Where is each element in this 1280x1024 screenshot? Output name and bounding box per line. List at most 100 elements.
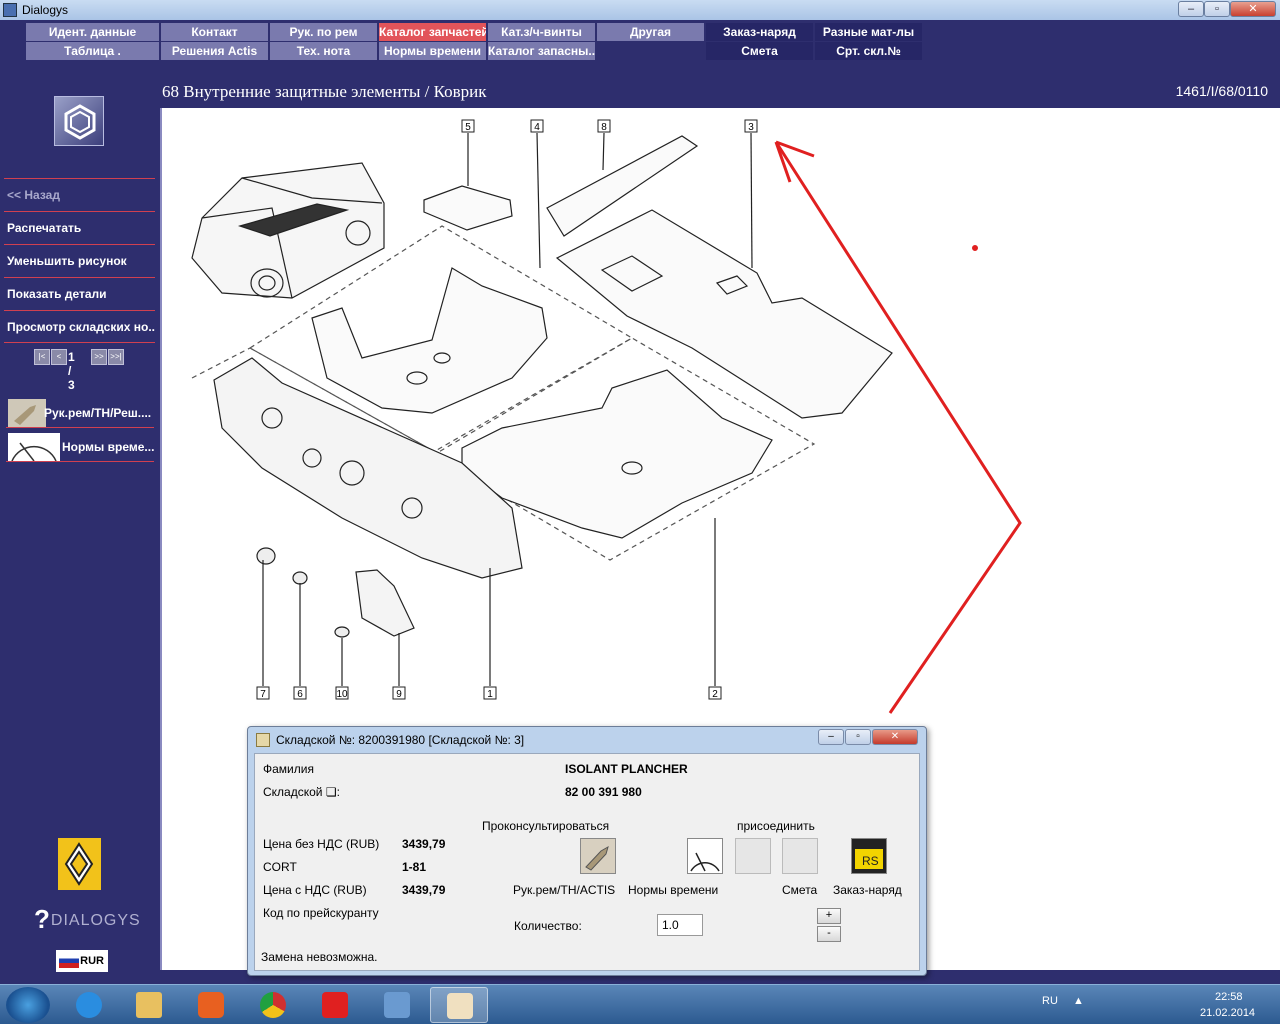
sidebar-link-label: Нормы време...	[62, 440, 155, 454]
shrink-image-button[interactable]: Уменьшить рисунок	[4, 244, 155, 276]
menu-tech-note[interactable]: Тех. нота	[270, 42, 377, 60]
price-gross-value: 3439,79	[402, 883, 446, 897]
callout-4[interactable]: 4	[530, 119, 544, 133]
view-stock-numbers-button[interactable]: Просмотр складских но...	[4, 310, 155, 343]
minimize-button[interactable]: –	[1178, 1, 1204, 17]
svg-text:RS: RS	[862, 854, 879, 868]
close-button[interactable]: ✕	[1230, 1, 1276, 17]
part-number-label: Складской ❏:	[263, 785, 340, 799]
callout-label: 6	[297, 689, 303, 700]
taskbar-ie[interactable]	[60, 987, 118, 1023]
sidebar-link-time-norms[interactable]: Нормы време...	[6, 432, 154, 462]
replacement-status: Замена невозможна.	[261, 950, 378, 964]
start-button[interactable]	[6, 987, 50, 1023]
sidebar: << Назад Распечатать Уменьшить рисунок П…	[0, 68, 160, 988]
consult-label: Проконсультироваться	[482, 819, 610, 833]
menu-spare-catalog[interactable]: Каталог запасны...	[488, 42, 595, 60]
taskbar-chrome[interactable]	[244, 987, 302, 1023]
prev-page-icon[interactable]: <	[51, 349, 67, 365]
quantity-input[interactable]	[657, 914, 703, 936]
menu-table[interactable]: Таблица .	[26, 42, 159, 60]
work-order-attach-icon[interactable]	[782, 838, 818, 874]
first-page-icon[interactable]: |<	[34, 349, 50, 365]
menu-estimate[interactable]: Смета	[706, 42, 813, 60]
currency-selector[interactable]: RUR	[56, 950, 108, 972]
callout-7[interactable]: 7	[256, 686, 270, 700]
sidebar-link-repair-manual[interactable]: Рук.рем/ТН/Реш....	[6, 398, 154, 428]
quantity-label: Количество:	[514, 919, 582, 933]
callout-8[interactable]: 8	[597, 119, 611, 133]
callout-6[interactable]: 6	[293, 686, 307, 700]
quantity-decrement-button[interactable]: -	[817, 926, 841, 942]
dialog-title: Складской №: 8200391980 [Складской №: 3]	[276, 733, 525, 747]
window-titlebar: Dialogys – ▫ ✕	[0, 0, 1280, 20]
menu-stock-number[interactable]: Срт. скл.№	[815, 42, 922, 60]
menu-work-order[interactable]: Заказ-наряд	[706, 23, 813, 41]
media-player-icon	[198, 992, 224, 1018]
callout-label: 1	[487, 689, 493, 700]
last-page-icon[interactable]: >>|	[108, 349, 124, 365]
dialog-minimize-button[interactable]: –	[818, 729, 844, 745]
estimate-attach-icon[interactable]	[735, 838, 771, 874]
callout-3[interactable]: 3	[744, 119, 758, 133]
taskbar-explorer[interactable]	[120, 987, 178, 1023]
pricelist-code-label: Код по прейскуранту	[263, 906, 379, 920]
callout-2[interactable]: 2	[708, 686, 722, 700]
menu-other[interactable]: Другая	[597, 23, 704, 41]
callout-5[interactable]: 5	[461, 119, 475, 133]
menu-time-norms[interactable]: Нормы времени	[379, 42, 486, 60]
attach-label: присоединить	[737, 819, 815, 833]
repair-manual-action-icon[interactable]	[580, 838, 616, 874]
speaker-icon	[384, 992, 410, 1018]
java-icon	[447, 993, 473, 1019]
price-net-value: 3439,79	[402, 837, 446, 851]
callout-label: 7	[260, 689, 266, 700]
menu-misc-materials[interactable]: Разные мат-лы	[815, 23, 922, 41]
menu-actis-solutions[interactable]: Решения Actis	[161, 42, 268, 60]
dialog-close-button[interactable]: ✕	[872, 729, 918, 745]
callout-10[interactable]: 10	[335, 686, 349, 700]
next-page-icon[interactable]: >>	[91, 349, 107, 365]
annotation-arrow	[774, 140, 1022, 714]
maximize-button[interactable]: ▫	[1204, 1, 1230, 17]
language-indicator[interactable]: RU	[1042, 995, 1058, 1007]
app-root: Dialogys – ▫ ✕ Идент. данные Контакт Рук…	[0, 0, 1280, 1024]
clock-time[interactable]: 22:58	[1215, 991, 1243, 1003]
menu-ident-data[interactable]: Идент. данные	[26, 23, 159, 41]
taskbar-media[interactable]	[182, 987, 240, 1023]
brand-name: DIALOGYS	[50, 912, 141, 929]
window-title: Dialogys	[22, 3, 69, 17]
taskbar-java[interactable]	[430, 987, 488, 1023]
callout-9[interactable]: 9	[392, 686, 406, 700]
work-order-action-icon[interactable]: RS	[851, 838, 887, 874]
page-title: 68 Внутренние защитные элементы / Коврик	[162, 82, 487, 101]
back-button[interactable]: << Назад	[4, 178, 155, 210]
dialog-body: Фамилия ISOLANT PLANCHER Складской ❏: 82…	[254, 753, 920, 971]
menu-contact[interactable]: Контакт	[161, 23, 268, 41]
menu-parts-catalog[interactable]: Каталог запчастей	[379, 23, 486, 41]
action-estimate-label: Смета	[782, 883, 818, 897]
price-gross-label: Цена с НДС (RUB)	[263, 883, 367, 897]
yandex-icon	[322, 992, 348, 1018]
print-button[interactable]: Распечатать	[4, 211, 155, 243]
taskbar-sound[interactable]	[368, 987, 426, 1023]
part-info-dialog: Складской №: 8200391980 [Складской №: 3]…	[247, 726, 927, 976]
part-number-value: 82 00 391 980	[565, 785, 642, 799]
dialog-maximize-button[interactable]: ▫	[845, 729, 871, 745]
taskbar: RU ▲ 22:58 21.02.2014	[0, 984, 1280, 1024]
action-work-order-label: Заказ-наряд	[833, 883, 902, 897]
cort-value: 1-81	[402, 860, 427, 874]
time-norms-action-icon[interactable]	[687, 838, 723, 874]
diagram-reference: 1461/I/68/0110	[1175, 83, 1268, 99]
quantity-increment-button[interactable]: +	[817, 908, 841, 924]
tray-expand-icon[interactable]: ▲	[1073, 995, 1084, 1007]
family-label: Фамилия	[263, 762, 314, 776]
menu-screws-catalog[interactable]: Кат.з/ч-винты	[488, 23, 595, 41]
show-details-button[interactable]: Показать детали	[4, 277, 155, 309]
taskbar-yandex[interactable]	[306, 987, 364, 1023]
callout-1[interactable]: 1	[483, 686, 497, 700]
price-net-label: Цена без НДС (RUB)	[263, 837, 380, 851]
clock-date[interactable]: 21.02.2014	[1200, 1007, 1255, 1019]
menu-repair-manual[interactable]: Рук. по рем	[270, 23, 377, 41]
app-icon	[3, 3, 17, 17]
